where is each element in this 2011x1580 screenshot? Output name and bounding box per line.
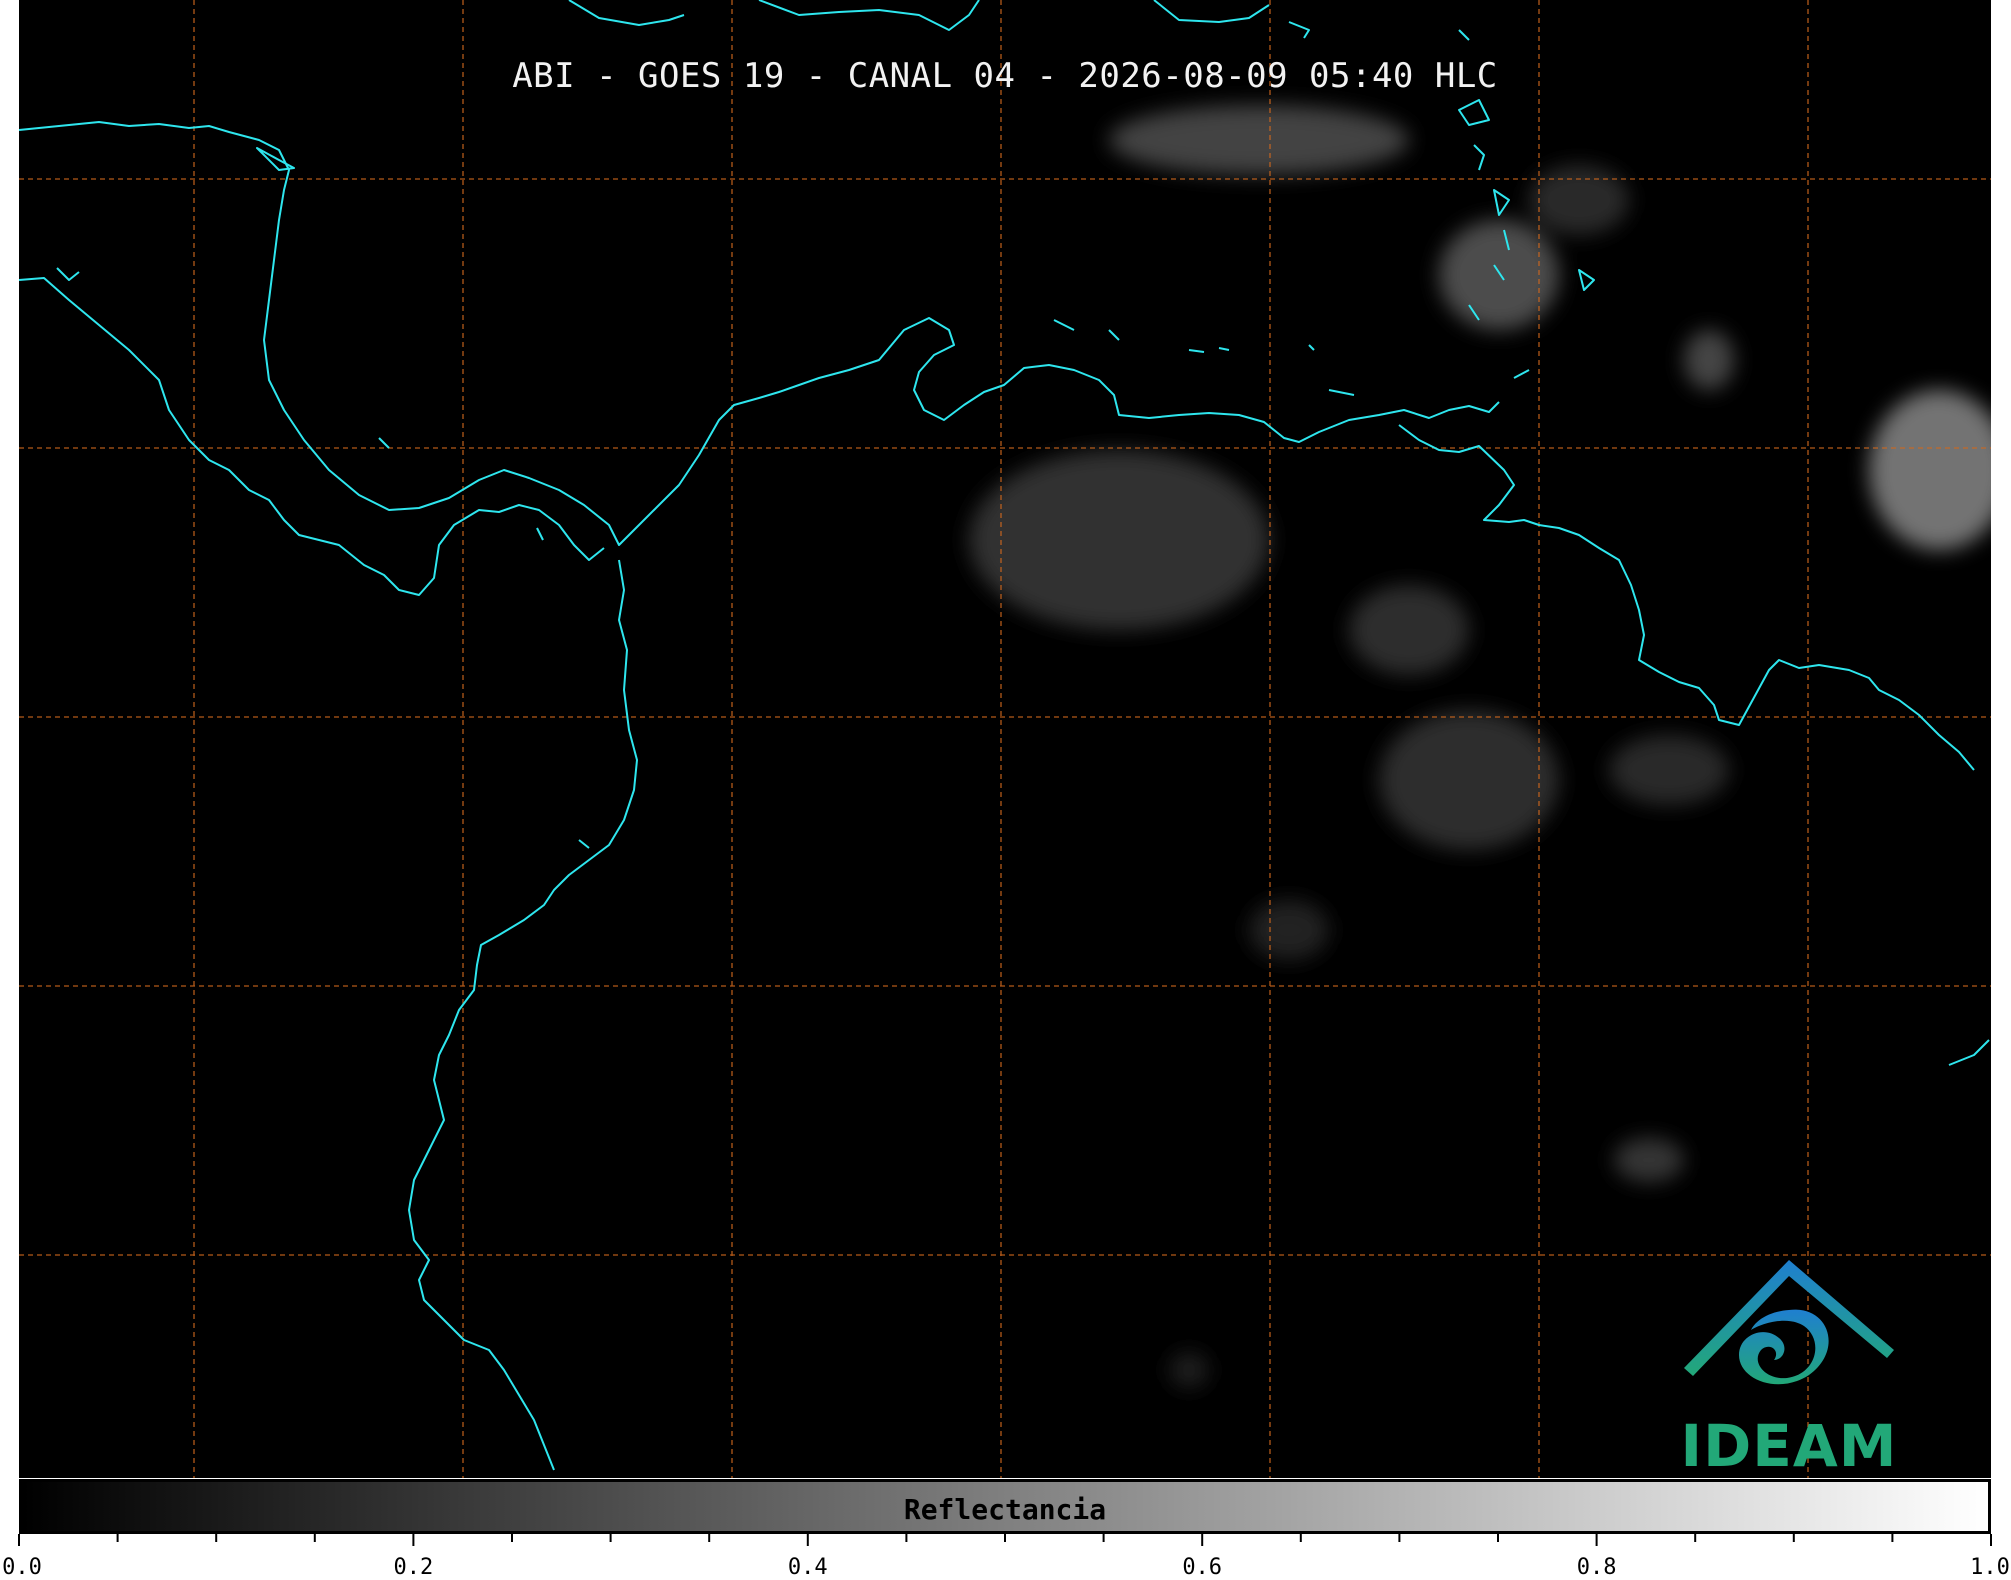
cloud-fields bbox=[969, 105, 1991, 1388]
cloud-patch bbox=[1379, 710, 1559, 850]
colorbar-tick-label: 1.0 bbox=[1970, 1555, 2010, 1580]
island bbox=[1108, 329, 1120, 341]
satellite-map: ABI - GOES 19 - CANAL 04 - 2026-08-09 05… bbox=[19, 0, 1991, 1478]
island bbox=[1288, 21, 1310, 39]
island bbox=[1053, 319, 1075, 331]
island bbox=[1308, 344, 1315, 351]
island bbox=[56, 267, 80, 281]
cloud-patch bbox=[1349, 585, 1469, 675]
cloud-patch bbox=[1169, 1352, 1209, 1388]
coastline-colombia-pacific bbox=[408, 559, 638, 1471]
cloud-patch bbox=[1684, 330, 1734, 390]
island bbox=[1458, 99, 1490, 126]
colorbar-tick-label: 0.2 bbox=[393, 1555, 434, 1580]
colorbar-tick-label: 0.4 bbox=[787, 1555, 828, 1580]
ideam-logo-text: IDEAM bbox=[1680, 1412, 1898, 1478]
ideam-logo: IDEAM bbox=[1669, 1250, 1909, 1478]
colorbar-ticks bbox=[18, 1534, 1992, 1546]
colorbar-tick-label: 0.6 bbox=[1182, 1555, 1223, 1580]
island bbox=[1578, 269, 1595, 291]
colorbar-tick-label: 0.0 bbox=[2, 1555, 42, 1580]
island bbox=[1218, 347, 1230, 351]
cloud-patch bbox=[1439, 220, 1559, 330]
cloud-patch bbox=[1529, 165, 1629, 235]
cloud-patch bbox=[1249, 900, 1329, 960]
ideam-logo-icon bbox=[1684, 1260, 1894, 1385]
island bbox=[758, 0, 980, 31]
cloud-patch bbox=[1609, 735, 1729, 805]
island bbox=[378, 437, 390, 449]
island bbox=[1493, 189, 1510, 216]
colorbar-label: Reflectancia bbox=[903, 1493, 1107, 1526]
island bbox=[1458, 29, 1470, 41]
island bbox=[1328, 389, 1355, 396]
cloud-patch bbox=[1869, 390, 1991, 550]
cloud-patch bbox=[1614, 1138, 1684, 1182]
colorbar: Reflectancia bbox=[19, 1479, 1991, 1534]
map-title: ABI - GOES 19 - CANAL 04 - 2026-08-09 05… bbox=[512, 56, 1498, 96]
island bbox=[1948, 1039, 1990, 1066]
island bbox=[578, 839, 590, 849]
island bbox=[568, 0, 685, 26]
island bbox=[1153, 0, 1270, 23]
coastline-central-america-pacific bbox=[19, 277, 605, 596]
island bbox=[1513, 369, 1530, 379]
cloud-patch bbox=[1109, 105, 1409, 175]
island bbox=[1473, 144, 1485, 171]
colorbar-tick-label: 0.8 bbox=[1576, 1555, 1617, 1580]
cloud-patch bbox=[969, 450, 1269, 630]
island bbox=[536, 527, 544, 541]
island bbox=[1188, 349, 1205, 353]
